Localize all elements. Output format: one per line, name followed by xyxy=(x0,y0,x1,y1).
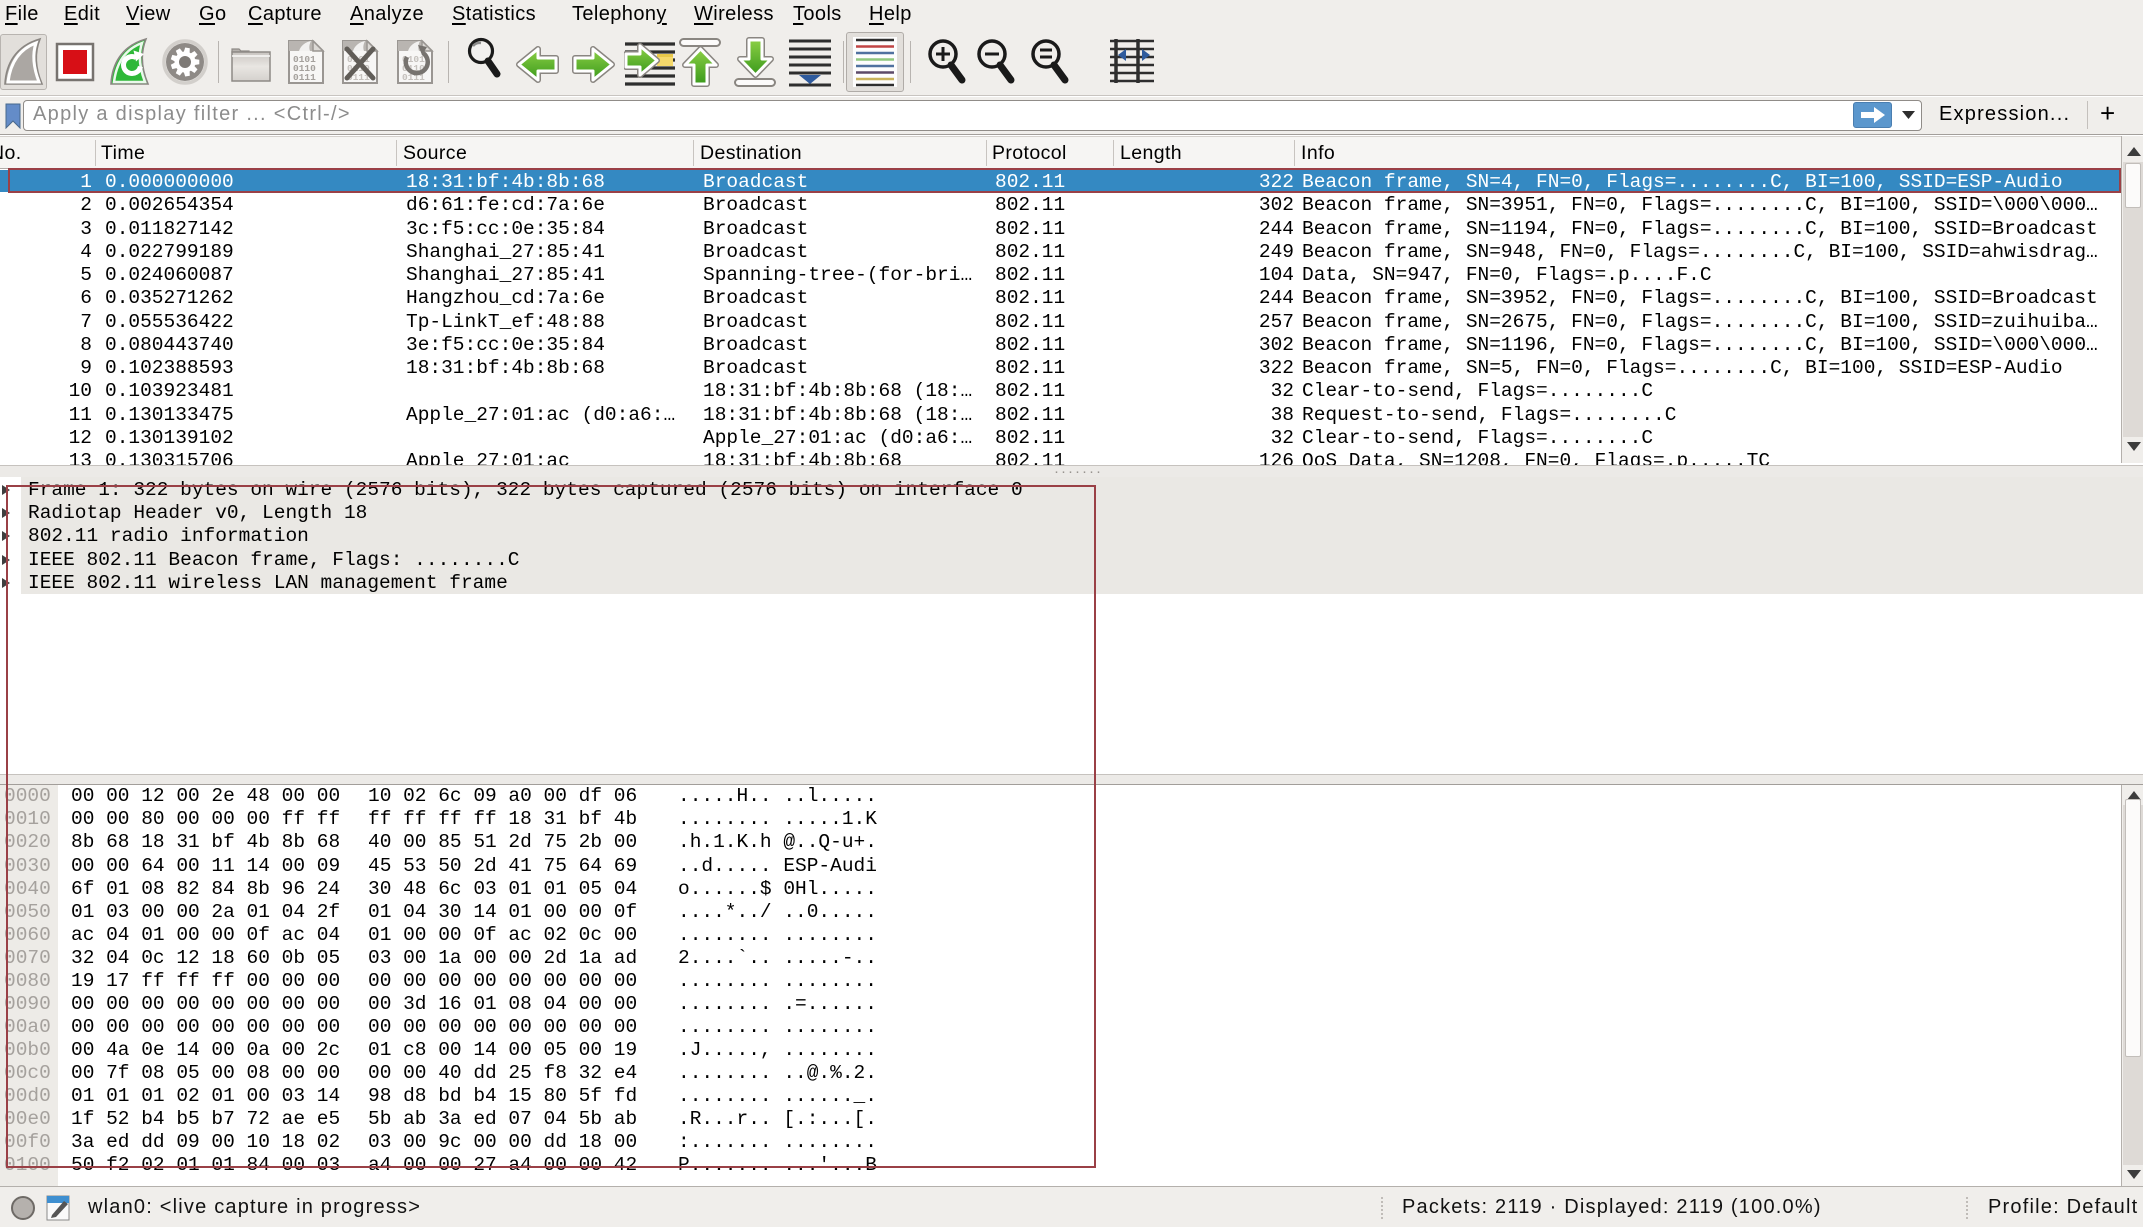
svg-text:0111: 0111 xyxy=(293,72,316,83)
